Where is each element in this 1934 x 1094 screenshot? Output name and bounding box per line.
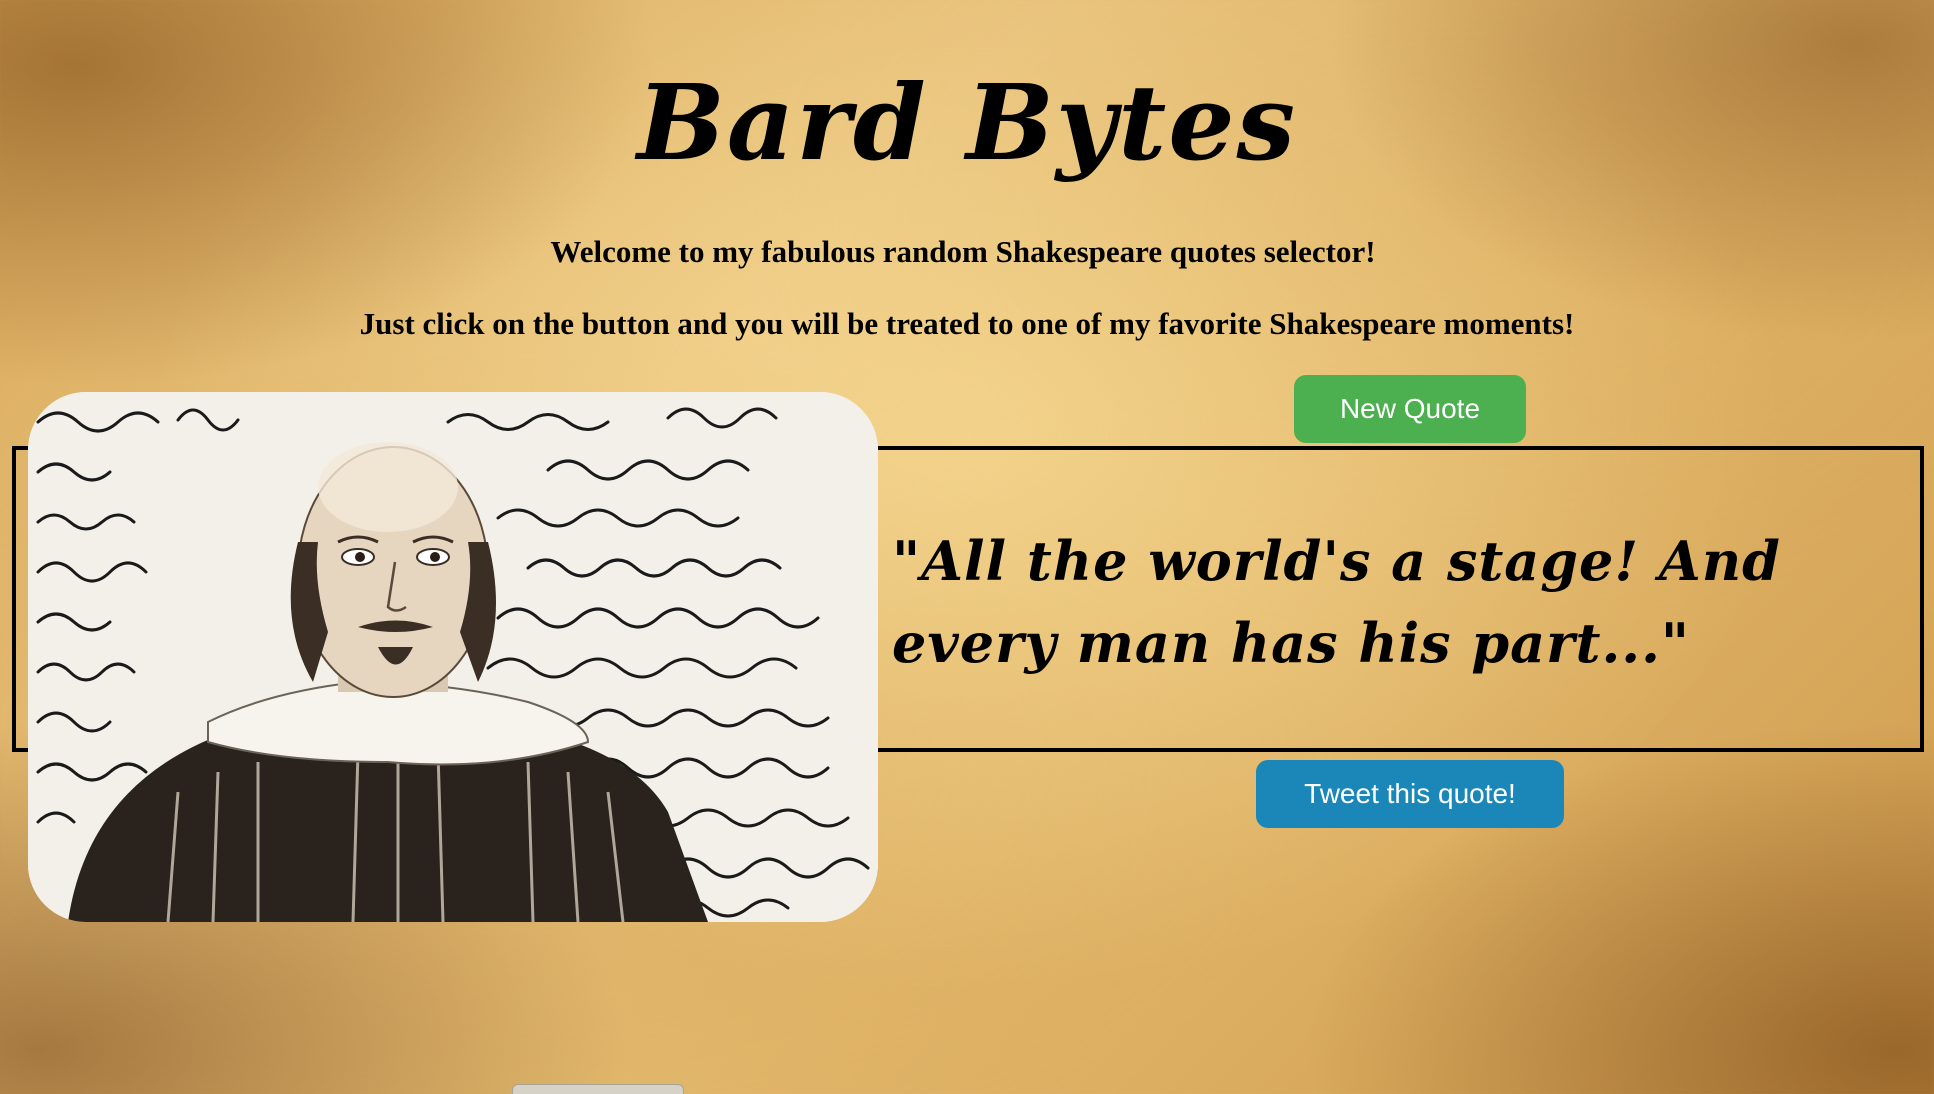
shakespeare-portrait-image (28, 392, 878, 922)
horizontal-scrollbar-thumb[interactable] (512, 1084, 684, 1094)
quote-text: "All the world's a stage! And every man … (892, 529, 1781, 675)
welcome-text: Welcome to my fabulous random Shakespear… (550, 234, 1376, 269)
instructions-text: Just click on the button and you will be… (359, 306, 1575, 341)
page-title: Bard Bytes (636, 61, 1298, 184)
tweet-quote-button[interactable]: Tweet this quote! (1256, 760, 1564, 828)
new-quote-button[interactable]: New Quote (1294, 375, 1526, 443)
